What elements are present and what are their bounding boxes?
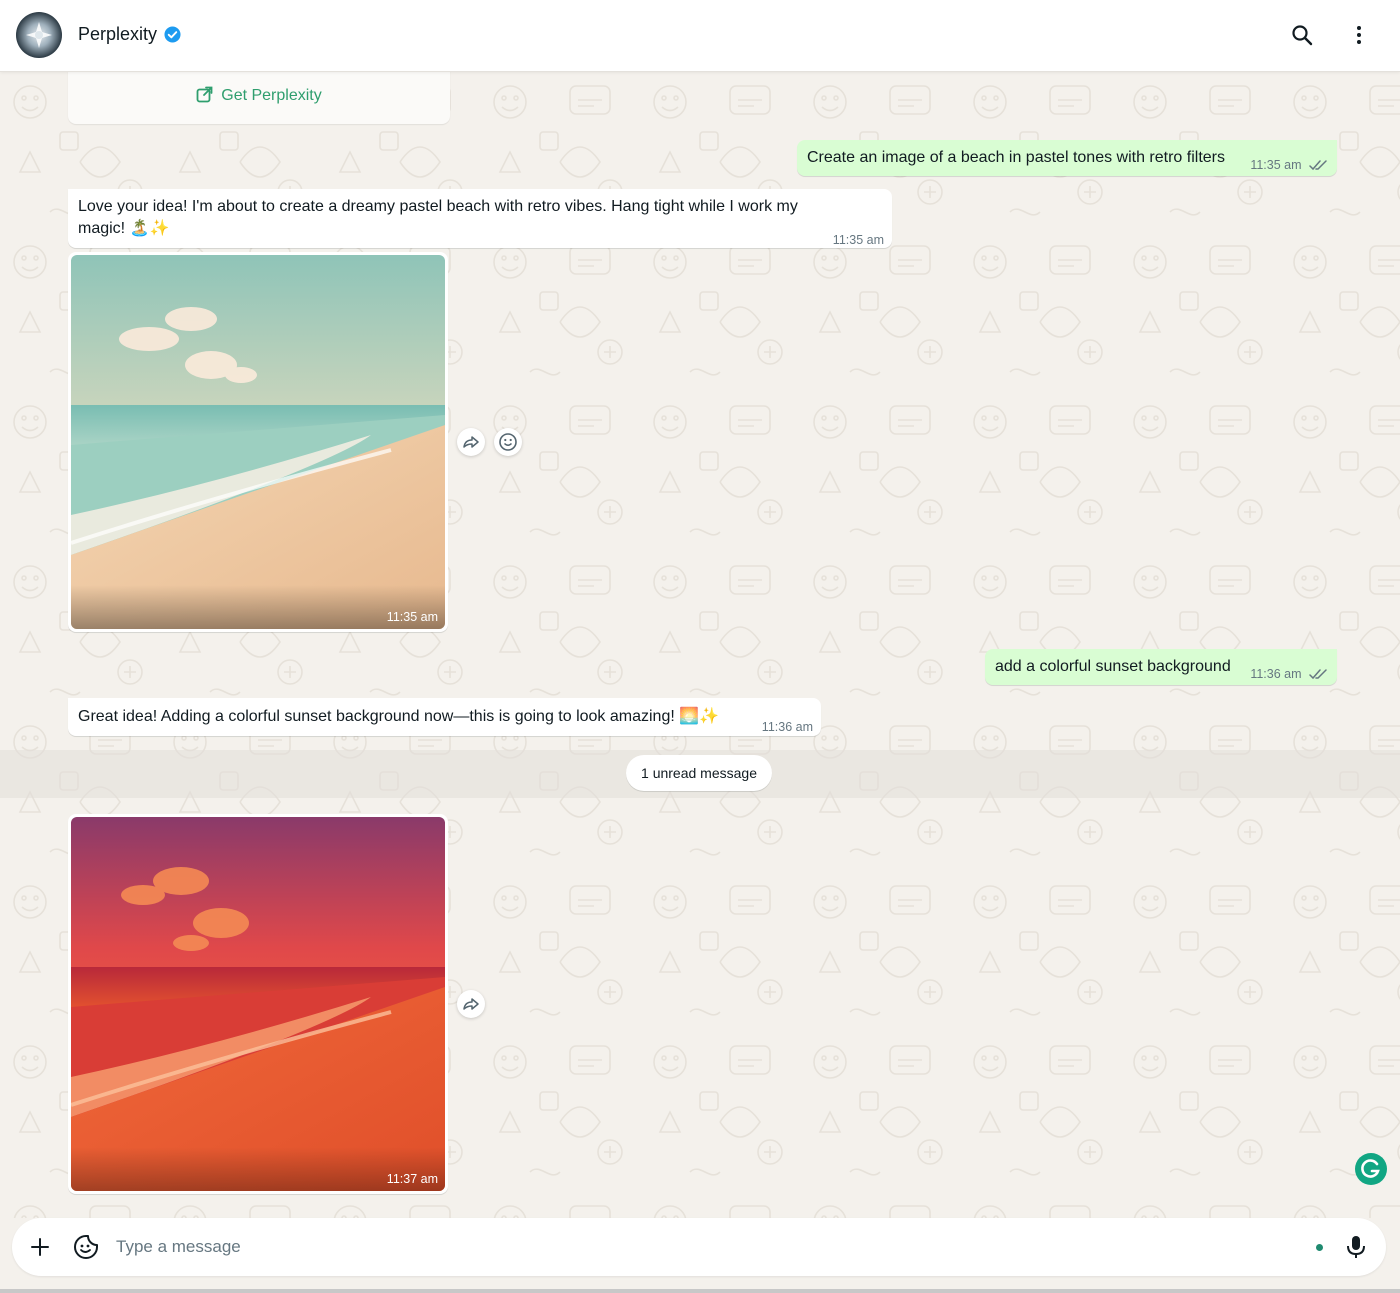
plus-icon[interactable] [28,1235,52,1259]
message-input[interactable] [116,1232,1296,1262]
verified-badge-icon [164,26,181,43]
status-dot-icon [1316,1244,1323,1251]
get-perplexity-card: Get Perplexity [68,72,450,124]
forward-button[interactable] [457,428,485,456]
sunset-beach-image [71,817,445,1191]
message-incoming[interactable]: Great idea! Adding a colorful sunset bac… [68,698,821,736]
message-text: add a colorful sunset background [995,658,1231,675]
mic-icon[interactable] [1344,1234,1368,1260]
message-text: Love your idea! I'm about to create a dr… [78,198,798,237]
message-time: 11:35 am [1250,158,1302,172]
react-button[interactable] [494,428,522,456]
message-composer [12,1218,1386,1276]
image-message-pastel-beach[interactable]: 11:35 am [68,252,448,632]
forward-button[interactable] [457,990,485,1018]
get-perplexity-link[interactable]: Get Perplexity [68,86,450,105]
message-outgoing[interactable]: add a colorful sunset background 11:36 a… [985,649,1337,685]
message-outgoing[interactable]: Create an image of a beach in pastel ton… [797,140,1337,176]
grammarly-icon[interactable] [1354,1152,1388,1186]
contact-name[interactable]: Perplexity [78,24,157,45]
message-time: 11:35 am [386,610,438,624]
read-ticks-icon [1309,160,1327,171]
message-incoming[interactable]: Love your idea! I'm about to create a dr… [68,189,892,248]
message-time: 11:36 am [1250,667,1302,681]
external-link-icon [196,86,213,103]
message-text: Create an image of a beach in pastel ton… [807,149,1225,166]
emoji-icon [499,433,517,451]
message-meta: 11:36 am [1250,663,1327,685]
message-time: 11:35 am [832,233,884,247]
message-text: Great idea! Adding a colorful sunset bac… [78,708,720,725]
pastel-beach-image [71,255,445,629]
avatar[interactable] [16,12,62,58]
message-meta: 11:35 am [1250,154,1327,176]
get-perplexity-label: Get Perplexity [221,87,322,104]
forward-icon [463,998,479,1010]
more-vertical-icon[interactable] [1347,23,1371,47]
message-time: 11:37 am [386,1172,438,1186]
sticker-icon[interactable] [73,1234,99,1260]
chat-header: Perplexity [0,0,1400,72]
message-time: 11:36 am [761,720,813,734]
forward-icon [463,436,479,448]
read-ticks-icon [1309,669,1327,680]
composer-area [0,1218,1400,1293]
image-message-sunset-beach[interactable]: 11:37 am [68,814,448,1194]
bottom-border [0,1289,1400,1293]
chat-area[interactable]: Get Perplexity Create an image of a beac… [0,72,1400,1218]
search-icon[interactable] [1290,23,1314,47]
unread-message-badge: 1 unread message [626,755,772,791]
